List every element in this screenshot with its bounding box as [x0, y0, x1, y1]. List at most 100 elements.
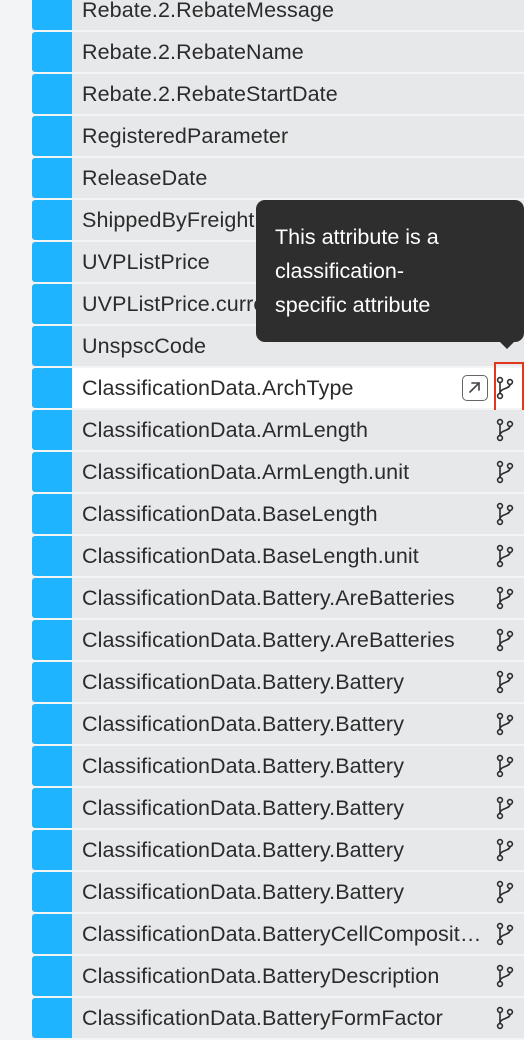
git-branch-icon[interactable] — [494, 796, 516, 820]
attribute-cell[interactable]: ClassificationData.Battery.Battery — [72, 704, 524, 744]
list-item[interactable]: ClassificationData.Battery.AreBatteries — [0, 620, 524, 660]
list-item[interactable]: RegisteredParameter — [0, 116, 524, 156]
attribute-cell[interactable]: ClassificationData.Battery.AreBatteries — [72, 620, 524, 660]
attribute-label: ClassificationData.Battery.AreBatteries — [82, 586, 455, 610]
list-item[interactable]: ClassificationData.BatteryDescription — [0, 956, 524, 996]
list-item[interactable]: ClassificationData.Battery.AreBatteries — [0, 578, 524, 618]
list-item[interactable]: ClassificationData.BatteryCellCompositio… — [0, 914, 524, 954]
git-branch-icon[interactable] — [494, 418, 516, 442]
attribute-color-swatch — [32, 494, 72, 534]
list-item[interactable]: ClassificationData.BaseLength — [0, 494, 524, 534]
tooltip-text-line: classification- — [275, 259, 405, 283]
tooltip-text-line: This attribute is a — [275, 225, 439, 249]
attribute-label: ClassificationData.BatteryFormFactor — [82, 1006, 443, 1030]
git-branch-icon[interactable] — [494, 670, 516, 694]
attribute-color-swatch — [32, 704, 72, 744]
attribute-color-swatch — [32, 662, 72, 702]
list-item[interactable]: ClassificationData.Battery.Battery — [0, 746, 524, 786]
list-item[interactable]: ClassificationData.ArchType — [0, 362, 524, 412]
git-branch-icon[interactable] — [494, 754, 516, 778]
attribute-label: Rebate.2.RebateStartDate — [82, 82, 338, 106]
attribute-color-swatch — [32, 74, 72, 114]
attribute-label: ReleaseDate — [82, 166, 208, 190]
tooltip: This attribute is a classification- spec… — [256, 200, 524, 342]
list-item[interactable]: ClassificationData.Battery.Battery — [0, 872, 524, 912]
list-item[interactable]: ClassificationData.BaseLength.unit — [0, 536, 524, 576]
attribute-cell[interactable]: ClassificationData.ArmLength.unit — [72, 452, 524, 492]
attribute-cell[interactable]: ClassificationData.Battery.Battery — [72, 788, 524, 828]
list-item[interactable]: Rebate.2.RebateMessage — [0, 0, 524, 30]
git-branch-icon[interactable] — [494, 628, 516, 652]
attribute-color-swatch — [32, 410, 72, 450]
git-branch-icon[interactable] — [494, 460, 516, 484]
attribute-color-swatch — [32, 578, 72, 618]
attribute-cell[interactable]: ClassificationData.BatteryCellCompositio… — [72, 914, 524, 954]
attribute-label: ClassificationData.BaseLength.unit — [82, 544, 419, 568]
attribute-cell[interactable]: ClassificationData.BaseLength — [72, 494, 524, 534]
git-branch-icon[interactable] — [494, 544, 516, 568]
attribute-label: ClassificationData.Battery.Battery — [82, 880, 405, 904]
attribute-color-swatch — [32, 998, 72, 1038]
list-item[interactable]: Rebate.2.RebateStartDate — [0, 74, 524, 114]
attribute-color-swatch — [32, 788, 72, 828]
list-item[interactable]: ReleaseDate — [0, 158, 524, 198]
attribute-cell[interactable]: Rebate.2.RebateName — [72, 32, 524, 72]
attribute-cell[interactable]: ClassificationData.Battery.Battery — [72, 872, 524, 912]
attribute-list: Rebate.2.RebateMessage Rebate.2.RebateNam… — [0, 0, 524, 1040]
attribute-color-swatch — [32, 830, 72, 870]
attribute-cell[interactable]: ClassificationData.BatteryFormFactor — [72, 998, 524, 1038]
attribute-label: ClassificationData.Battery.Battery — [82, 754, 405, 778]
attribute-cell[interactable]: ClassificationData.BatteryDescription — [72, 956, 524, 996]
list-item[interactable]: ClassificationData.ArmLength — [0, 410, 524, 450]
attribute-cell[interactable]: ClassificationData.ArmLength — [72, 410, 524, 450]
attribute-cell[interactable]: ClassificationData.BaseLength.unit — [72, 536, 524, 576]
attribute-label: ClassificationData.Battery.Battery — [82, 838, 405, 862]
attribute-color-swatch — [32, 956, 72, 996]
attribute-label: RegisteredParameter — [82, 124, 289, 148]
attribute-cell[interactable]: Rebate.2.RebateMessage — [72, 0, 524, 30]
attribute-color-swatch — [32, 368, 72, 408]
attribute-label: ClassificationData.ArmLength — [82, 418, 369, 442]
git-branch-icon[interactable] — [494, 586, 516, 610]
attribute-color-swatch — [32, 620, 72, 660]
attribute-cell[interactable]: Rebate.2.RebateStartDate — [72, 74, 524, 114]
attribute-color-swatch — [32, 914, 72, 954]
attribute-label: ClassificationData.Battery.Battery — [82, 796, 405, 820]
attribute-cell[interactable]: ReleaseDate — [72, 158, 524, 198]
list-item[interactable]: ClassificationData.Battery.Battery — [0, 830, 524, 870]
list-item[interactable]: ClassificationData.Battery.Battery — [0, 662, 524, 702]
attribute-cell[interactable]: ClassificationData.Battery.AreBatteries — [72, 578, 524, 618]
attribute-color-swatch — [32, 872, 72, 912]
attribute-color-swatch — [32, 536, 72, 576]
list-item[interactable]: ClassificationData.ArmLength.unit — [0, 452, 524, 492]
attribute-cell[interactable]: ClassificationData.ArchType — [72, 362, 524, 412]
git-branch-icon[interactable] — [494, 964, 516, 988]
attribute-cell[interactable]: RegisteredParameter — [72, 116, 524, 156]
attribute-cell[interactable]: ClassificationData.Battery.Battery — [72, 662, 524, 702]
git-branch-icon[interactable] — [494, 502, 516, 526]
attribute-label: ClassificationData.BatteryCellCompositio… — [82, 922, 482, 946]
git-branch-icon[interactable] — [494, 922, 516, 946]
attribute-label: ClassificationData.Battery.AreBatteries — [82, 628, 455, 652]
attribute-label: ClassificationData.Battery.Battery — [82, 670, 405, 694]
list-item[interactable]: ClassificationData.Battery.Battery — [0, 788, 524, 828]
attribute-cell[interactable]: ClassificationData.Battery.Battery — [72, 830, 524, 870]
list-item[interactable]: ClassificationData.Battery.Battery — [0, 704, 524, 744]
attribute-color-swatch — [32, 326, 72, 366]
attribute-color-swatch — [32, 242, 72, 282]
attribute-color-swatch — [32, 0, 72, 30]
list-item[interactable]: Rebate.2.RebateName — [0, 32, 524, 72]
open-external-icon[interactable] — [462, 375, 488, 401]
attribute-cell[interactable]: ClassificationData.Battery.Battery — [72, 746, 524, 786]
list-item[interactable]: ClassificationData.BatteryFormFactor — [0, 998, 524, 1038]
git-branch-icon[interactable] — [494, 1006, 516, 1030]
git-branch-icon[interactable] — [494, 712, 516, 736]
attribute-color-swatch — [32, 452, 72, 492]
attribute-label: ClassificationData.BatteryDescription — [82, 964, 440, 988]
attribute-label: ClassificationData.ArchType — [82, 376, 354, 400]
attribute-color-swatch — [32, 116, 72, 156]
attribute-label: ClassificationData.ArmLength.unit — [82, 460, 410, 484]
tooltip-text-line: specific attribute — [275, 293, 431, 317]
git-branch-icon[interactable] — [494, 880, 516, 904]
git-branch-icon[interactable] — [494, 838, 516, 862]
